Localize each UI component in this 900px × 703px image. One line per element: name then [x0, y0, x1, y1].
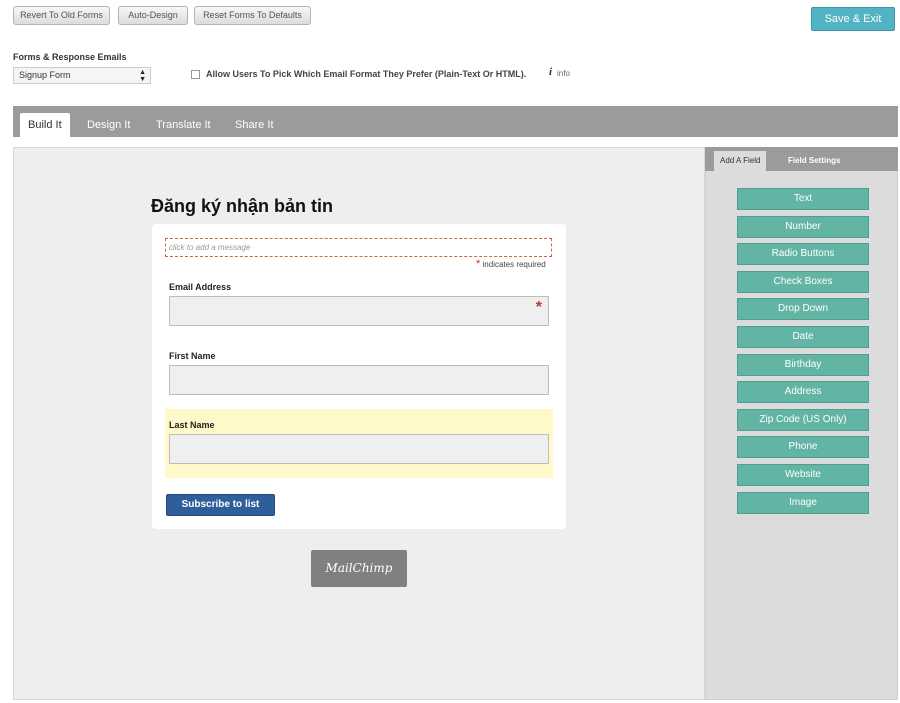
add-field-birthday-button[interactable]: Birthday: [737, 354, 869, 376]
required-note-text: indicates required: [482, 260, 546, 269]
main-tab-bar: Build It Design It Translate It Share It: [13, 106, 898, 137]
save-exit-button[interactable]: Save & Exit: [811, 7, 895, 31]
info-icon[interactable]: i: [549, 66, 552, 78]
add-field-radio-buttons-button[interactable]: Radio Buttons: [737, 243, 869, 265]
right-panel-tab-bar: Add A Field Field Settings: [705, 147, 898, 171]
form-select-value: Signup Form: [19, 70, 71, 80]
add-field-website-button[interactable]: Website: [737, 464, 869, 486]
add-field-phone-button[interactable]: Phone: [737, 436, 869, 458]
tab-share-it[interactable]: Share It: [227, 113, 282, 137]
reset-forms-button[interactable]: Reset Forms To Defaults: [194, 6, 311, 25]
last-name-label: Last Name: [169, 420, 215, 430]
last-name-field[interactable]: [169, 434, 549, 464]
email-format-checkbox[interactable]: [191, 70, 200, 79]
email-address-label: Email Address: [169, 282, 232, 292]
first-name-field[interactable]: [169, 365, 549, 395]
email-address-field[interactable]: *: [169, 296, 549, 326]
tab-build-it[interactable]: Build It: [20, 113, 70, 137]
info-link[interactable]: info: [557, 69, 570, 78]
form-title[interactable]: Đăng ký nhận bản tin: [151, 196, 333, 217]
add-field-number-button[interactable]: Number: [737, 216, 869, 238]
tab-translate-it[interactable]: Translate It: [148, 113, 219, 137]
add-field-drop-down-button[interactable]: Drop Down: [737, 298, 869, 320]
add-field-address-button[interactable]: Address: [737, 381, 869, 403]
add-field-check-boxes-button[interactable]: Check Boxes: [737, 271, 869, 293]
mailchimp-logo: MailChimp: [311, 550, 407, 587]
revert-old-forms-button[interactable]: Revert To Old Forms: [13, 6, 110, 25]
email-format-label: Allow Users To Pick Which Email Format T…: [206, 69, 527, 79]
add-field-date-button[interactable]: Date: [737, 326, 869, 348]
add-field-text-button[interactable]: Text: [737, 188, 869, 210]
required-star-icon: *: [535, 299, 542, 316]
select-arrows-icon: ▲ ▼: [139, 69, 146, 83]
add-field-image-button[interactable]: Image: [737, 492, 869, 514]
add-field-zip-code-button[interactable]: Zip Code (US Only): [737, 409, 869, 431]
first-name-label: First Name: [169, 351, 216, 361]
form-select[interactable]: Signup Form ▲ ▼: [13, 67, 151, 84]
auto-design-button[interactable]: Auto-Design: [118, 6, 188, 25]
tab-add-a-field[interactable]: Add A Field: [714, 151, 767, 171]
required-note: * indicates required: [476, 258, 546, 270]
form-message-box[interactable]: click to add a message: [165, 238, 552, 257]
required-star-icon: *: [476, 258, 481, 270]
tab-design-it[interactable]: Design It: [79, 113, 138, 137]
forms-section-label: Forms & Response Emails: [13, 52, 127, 62]
tab-field-settings[interactable]: Field Settings: [782, 151, 846, 171]
subscribe-button[interactable]: Subscribe to list: [166, 494, 275, 516]
